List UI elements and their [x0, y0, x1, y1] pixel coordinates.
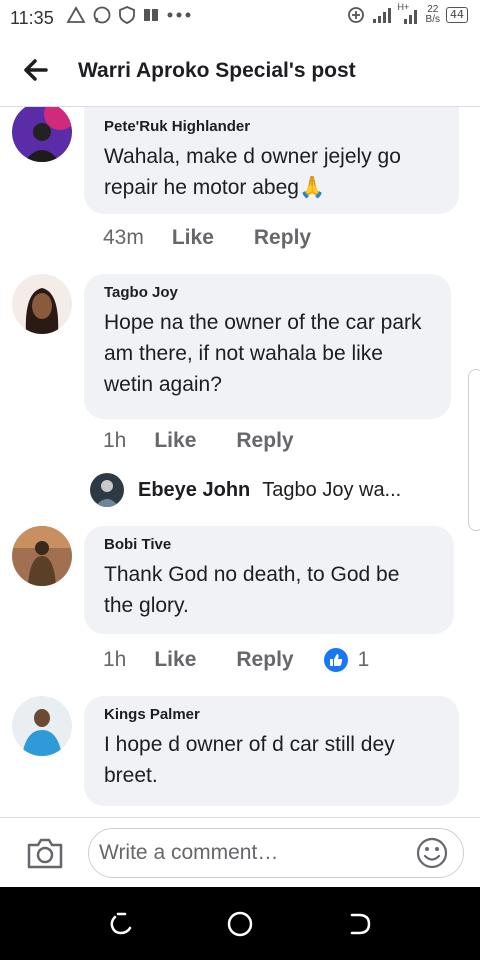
status-bar: 11:35 H+ 22 B/s 44 — [0, 0, 480, 36]
more-dots-icon — [167, 12, 191, 18]
avatar[interactable] — [12, 696, 72, 756]
arrow-left-icon — [24, 59, 48, 81]
status-left-icons — [66, 5, 194, 25]
comment-input[interactable]: Write a comment… — [88, 828, 464, 878]
comment-time[interactable]: 1h — [103, 648, 126, 672]
comment-actions: 1h Like Reply 1 — [103, 648, 369, 672]
reply-button[interactable]: Reply — [254, 226, 311, 250]
reply-avatar-image — [90, 473, 124, 507]
comment-author[interactable]: Kings Palmer — [104, 706, 439, 723]
avatar-image — [12, 526, 72, 586]
signal-icon — [372, 8, 391, 23]
comment-text: Hope na the owner of the car park am the… — [104, 311, 422, 396]
home-icon — [227, 911, 253, 937]
avatar[interactable] — [12, 274, 72, 334]
scroll-indicator[interactable] — [468, 369, 480, 531]
comments-feed[interactable]: Pete'Ruk Highlander Wahala, make d owner… — [0, 107, 480, 817]
comment-author[interactable]: Bobi Tive — [104, 536, 434, 553]
whatsapp-icon — [93, 6, 111, 24]
comment-author[interactable]: Tagbo Joy — [104, 284, 431, 301]
avatar[interactable] — [12, 107, 72, 162]
comment-author[interactable]: Pete'Ruk Highlander — [104, 118, 439, 135]
camera-button[interactable] — [26, 835, 64, 871]
reaction-count: 1 — [357, 648, 370, 671]
comment-time[interactable]: 43m — [103, 226, 144, 250]
comment-composer: Write a comment… — [0, 817, 480, 888]
back-nav-icon — [350, 913, 371, 935]
net-speed: 22 B/s — [426, 5, 440, 25]
reply-author[interactable]: Ebeye John — [138, 479, 250, 502]
comment-text: Wahala, make d owner jejely go repair he… — [104, 145, 401, 199]
comment-actions: 43m Like Reply — [103, 226, 351, 250]
reply-avatar — [90, 473, 124, 507]
reply-snippet: Tagbo Joy wa... — [262, 478, 402, 501]
comment-bubble[interactable]: Bobi Tive Thank God no death, to God be … — [84, 526, 454, 634]
news-icon — [144, 9, 158, 21]
comment-time[interactable]: 1h — [103, 429, 126, 453]
post-header: Warri Aproko Special's post — [0, 36, 480, 107]
avatar-image — [12, 107, 72, 162]
reply-button[interactable]: Reply — [236, 648, 293, 672]
battery-indicator: 44 — [446, 7, 468, 23]
system-nav-bar — [0, 887, 480, 960]
camera-icon — [27, 838, 63, 869]
comment-placeholder: Write a comment… — [99, 841, 279, 864]
comment-bubble[interactable]: Kings Palmer I hope d owner of d car sti… — [84, 696, 459, 806]
warning-triangle-icon — [66, 6, 86, 23]
back-button[interactable] — [18, 52, 54, 88]
data-saver-icon — [347, 7, 364, 23]
smiley-icon — [416, 837, 448, 869]
like-reaction-icon — [323, 648, 348, 672]
recents-button[interactable] — [106, 909, 136, 939]
signal-hplus: H+ — [398, 2, 420, 25]
like-button[interactable]: Like — [154, 429, 196, 453]
reply-preview[interactable]: Ebeye John Tagbo Joy wa... — [90, 472, 401, 508]
like-button[interactable]: Like — [172, 226, 214, 250]
status-right-icons: H+ 22 B/s 44 — [346, 2, 468, 25]
emoji-button[interactable] — [415, 836, 449, 870]
back-nav-button[interactable] — [345, 909, 375, 939]
reaction-summary[interactable]: 1 — [323, 648, 370, 672]
home-button[interactable] — [225, 909, 255, 939]
like-button[interactable]: Like — [154, 648, 196, 672]
comment-actions: 1h Like Reply — [103, 429, 334, 453]
avatar-image — [12, 696, 72, 756]
avatar[interactable] — [12, 526, 72, 586]
reply-button[interactable]: Reply — [236, 429, 293, 453]
page-title: Warri Aproko Special's post — [78, 59, 356, 82]
avatar-image — [12, 274, 72, 334]
comment-bubble[interactable]: Pete'Ruk Highlander Wahala, make d owner… — [84, 107, 459, 214]
net-speed-unit: B/s — [425, 14, 440, 25]
shield-icon — [119, 6, 135, 24]
signal-icon-2 — [403, 10, 417, 24]
status-time: 11:35 — [10, 8, 54, 28]
comment-text: Thank God no death, to God be the glory. — [104, 563, 400, 617]
recents-icon — [110, 912, 132, 935]
comment-bubble[interactable]: Tagbo Joy Hope na the owner of the car p… — [84, 274, 451, 419]
comment-text: I hope d owner of d car still dey breet. — [104, 733, 395, 787]
